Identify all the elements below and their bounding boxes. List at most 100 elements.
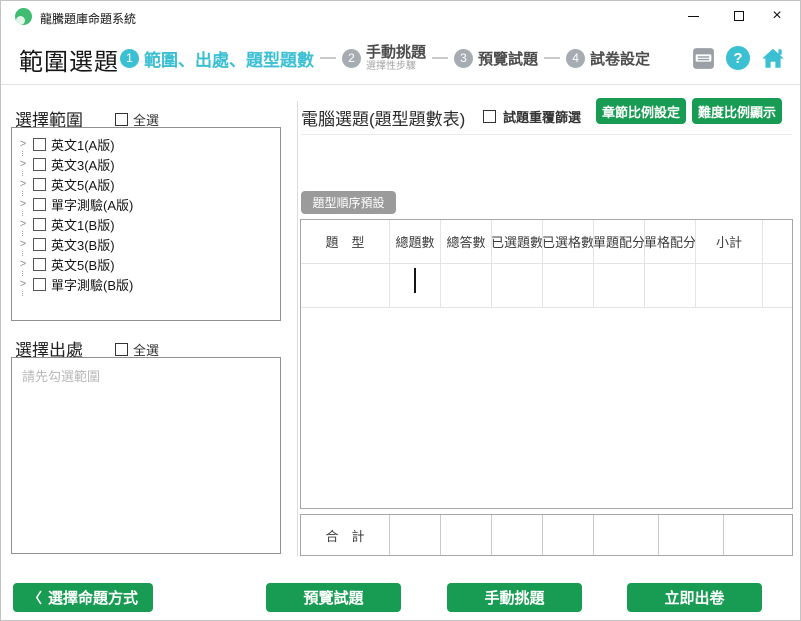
difficulty-ratio-button[interactable]: 難度比例顯示 bbox=[692, 98, 782, 124]
manual-pick-button[interactable]: 手動挑題 bbox=[447, 583, 582, 612]
selected-blanks-cell[interactable] bbox=[542, 264, 593, 308]
step-1-circle: 1 bbox=[120, 49, 139, 68]
tree-item-checkbox[interactable] bbox=[33, 258, 46, 271]
panel-divider bbox=[297, 101, 298, 556]
expand-chevron-icon[interactable]: > bbox=[18, 259, 28, 269]
tree-item[interactable]: > 英文5(B版) bbox=[18, 254, 280, 274]
tree-item[interactable]: > 單字測驗(A版) bbox=[18, 194, 280, 214]
app-window: 龍騰題庫命題系統 × 範圍選題 1 範圍、出處、題型題數 2 手動挑題 選擇性步… bbox=[0, 0, 801, 621]
expand-chevron-icon[interactable]: > bbox=[18, 219, 28, 229]
source-list-box[interactable]: 請先勾選範圍 bbox=[11, 357, 281, 554]
tree-item-checkbox[interactable] bbox=[33, 238, 46, 251]
tree-item-label: 英文1(B版) bbox=[51, 215, 115, 234]
duplicate-filter-label: 試題重覆篩選 bbox=[503, 107, 581, 126]
tree-item[interactable]: > 英文3(B版) bbox=[18, 234, 280, 254]
step-2-circle: 2 bbox=[342, 49, 361, 68]
question-type-table: 題 型 總題數 總答數 已選題數 已選格數 單題配分 單格配分 小計 bbox=[300, 219, 793, 509]
step-2-label[interactable]: 手動挑題 bbox=[366, 45, 426, 61]
duplicate-filter-checkbox[interactable] bbox=[483, 110, 496, 123]
header-cell: 已選題數 bbox=[491, 220, 542, 264]
maximize-icon bbox=[734, 11, 744, 21]
header-cell: 題 型 bbox=[301, 220, 389, 264]
subtotal-cell[interactable] bbox=[695, 264, 762, 308]
table-row[interactable] bbox=[301, 264, 792, 308]
header-cell: 總答數 bbox=[440, 220, 491, 264]
selected-questions-cell[interactable] bbox=[491, 264, 542, 308]
window-titlebar: 龍騰題庫命題系統 × bbox=[1, 1, 800, 31]
total-answers-cell[interactable] bbox=[440, 264, 491, 308]
maximize-button[interactable] bbox=[722, 1, 756, 31]
tree-item-checkbox[interactable] bbox=[33, 178, 46, 191]
tree-item-checkbox[interactable] bbox=[33, 218, 46, 231]
points-per-question-cell[interactable] bbox=[593, 264, 644, 308]
tree-item-label: 英文1(A版) bbox=[51, 135, 115, 154]
expand-chevron-icon[interactable]: > bbox=[18, 199, 28, 209]
duplicate-filter[interactable]: 試題重覆篩選 bbox=[483, 107, 581, 126]
tree-item[interactable]: > 英文5(A版) bbox=[18, 174, 280, 194]
tree-item-label: 英文3(B版) bbox=[51, 235, 115, 254]
points-per-blank-cell[interactable] bbox=[644, 264, 695, 308]
total-label-cell: 合 計 bbox=[301, 515, 389, 555]
tree-item-checkbox[interactable] bbox=[33, 158, 46, 171]
range-select-all-checkbox[interactable] bbox=[115, 113, 128, 126]
step-3-label[interactable]: 預覽試題 bbox=[478, 48, 538, 69]
expand-chevron-icon[interactable]: > bbox=[18, 279, 28, 289]
generate-exam-button[interactable]: 立即出卷 bbox=[627, 583, 762, 612]
tree-item[interactable]: > 單字測驗(B版) bbox=[18, 274, 280, 294]
tree-item-label: 英文3(A版) bbox=[51, 155, 115, 174]
range-tree: > 英文1(A版) > 英文3(A版) > 英文5(A版) > 單字測驗(A版)… bbox=[11, 127, 281, 321]
tree-item[interactable]: > 英文3(A版) bbox=[18, 154, 280, 174]
home-button[interactable] bbox=[760, 45, 786, 71]
expand-chevron-icon[interactable]: > bbox=[18, 179, 28, 189]
save-button[interactable] bbox=[690, 45, 716, 71]
total-value-cell bbox=[491, 515, 542, 555]
floppy-disk-icon bbox=[691, 46, 716, 71]
tree-item[interactable]: > 英文1(B版) bbox=[18, 214, 280, 234]
expand-chevron-icon[interactable]: > bbox=[18, 239, 28, 249]
computer-selection-title: 電腦選題(題型題數表) bbox=[301, 105, 465, 130]
header-cell: 總題數 bbox=[389, 220, 440, 264]
expand-chevron-icon[interactable]: > bbox=[18, 159, 28, 169]
close-icon: × bbox=[772, 8, 781, 24]
minimize-icon bbox=[688, 16, 699, 17]
header-cell: 單題配分 bbox=[593, 220, 644, 264]
logo-swirl bbox=[16, 16, 25, 25]
source-placeholder-text: 請先勾選範圍 bbox=[22, 366, 270, 385]
minimize-button[interactable] bbox=[676, 1, 710, 31]
header-cell: 小計 bbox=[695, 220, 762, 264]
expand-chevron-icon[interactable]: > bbox=[18, 139, 28, 149]
header-cell: 已選格數 bbox=[542, 220, 593, 264]
total-row: 合 計 bbox=[300, 514, 793, 556]
page-title: 範圍選題 bbox=[19, 42, 119, 77]
step-1-label[interactable]: 範圍、出處、題型題數 bbox=[144, 46, 314, 71]
tree-item[interactable]: > 英文1(A版) bbox=[18, 134, 280, 154]
tree-item-checkbox[interactable] bbox=[33, 138, 46, 151]
text-cursor bbox=[414, 268, 416, 293]
step-3-circle: 3 bbox=[454, 49, 473, 68]
back-button[interactable]: 〈 選擇命題方式 bbox=[13, 583, 153, 612]
right-panel-divider bbox=[301, 134, 792, 135]
tree-item-label: 英文5(A版) bbox=[51, 175, 115, 194]
app-logo-icon bbox=[15, 8, 32, 25]
tree-item-label: 單字測驗(A版) bbox=[51, 195, 133, 214]
total-value-cell bbox=[440, 515, 491, 555]
chapter-ratio-button[interactable]: 章節比例設定 bbox=[596, 98, 686, 124]
total-value-cell bbox=[389, 515, 440, 555]
back-button-label: 選擇命題方式 bbox=[48, 587, 138, 608]
tree-item-checkbox[interactable] bbox=[33, 198, 46, 211]
question-icon: ? bbox=[726, 46, 750, 70]
type-order-preset-button[interactable]: 題型順序預設 bbox=[301, 191, 396, 214]
type-cell[interactable] bbox=[301, 264, 389, 308]
total-value-cell bbox=[593, 515, 658, 555]
preview-questions-button[interactable]: 預覽試題 bbox=[266, 583, 401, 612]
help-button[interactable]: ? bbox=[725, 45, 751, 71]
page-header: 範圍選題 1 範圍、出處、題型題數 2 手動挑題 選擇性步驟 3 預覽試題 4 … bbox=[1, 31, 800, 85]
close-button[interactable]: × bbox=[760, 1, 794, 31]
tree-item-checkbox[interactable] bbox=[33, 278, 46, 291]
step-4-label[interactable]: 試卷設定 bbox=[590, 48, 650, 69]
source-select-all-checkbox[interactable] bbox=[115, 343, 128, 356]
total-value-cell bbox=[658, 515, 723, 555]
total-value-cell bbox=[542, 515, 593, 555]
step-separator-icon bbox=[320, 57, 336, 59]
header-icons: ? bbox=[690, 31, 786, 85]
